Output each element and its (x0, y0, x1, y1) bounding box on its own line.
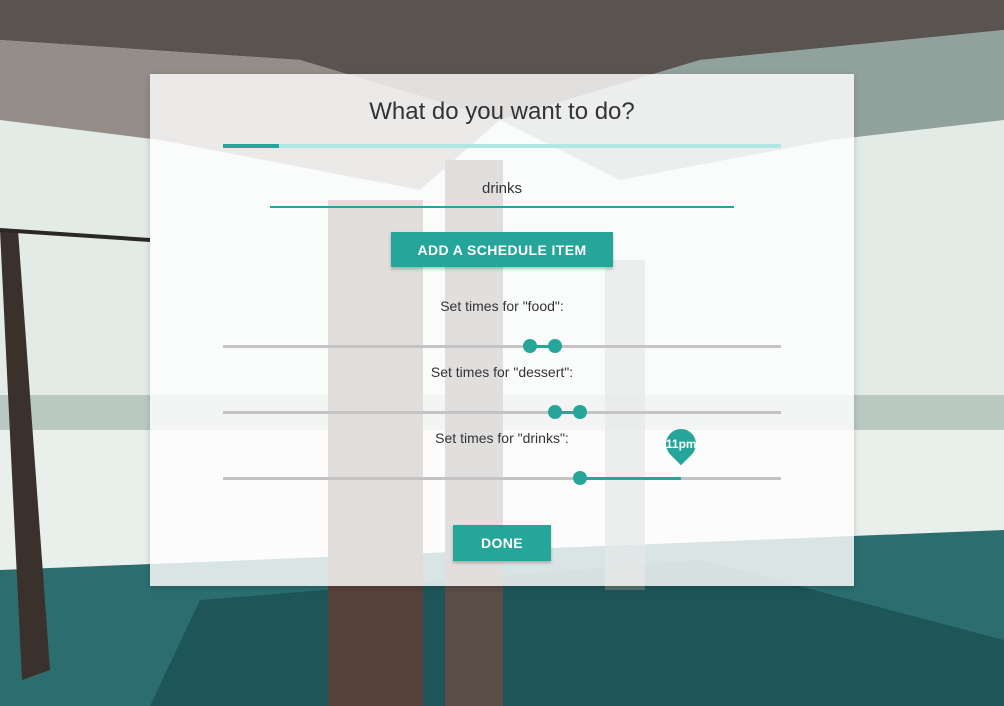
time-range-slider[interactable]: 11pm (223, 422, 781, 485)
slider-label: Set times for "dessert": (430, 364, 574, 380)
slider-selected-range (580, 477, 681, 480)
progress-bar-fill (223, 144, 279, 148)
activity-input[interactable] (270, 170, 734, 208)
slider-start-handle[interactable] (548, 405, 562, 419)
slider-value-text: 11pm (665, 437, 696, 451)
dialog-title: What do you want to do? (369, 98, 635, 125)
time-range-slider[interactable] (223, 405, 781, 419)
progress-bar (223, 144, 781, 148)
add-schedule-item-button[interactable]: Add a schedule item (391, 232, 613, 267)
schedule-dialog: What do you want to do? Add a schedule i… (150, 74, 854, 586)
slider-end-handle[interactable] (548, 339, 562, 353)
slider-start-handle[interactable] (573, 471, 588, 485)
slider-label: Set times for "drinks": (435, 430, 569, 446)
slider-label: Set times for "food": (440, 298, 564, 314)
time-range-slider[interactable] (223, 339, 781, 353)
slider-end-handle[interactable] (573, 405, 588, 419)
done-button[interactable]: Done (453, 525, 551, 561)
slider-start-handle[interactable] (522, 339, 537, 353)
